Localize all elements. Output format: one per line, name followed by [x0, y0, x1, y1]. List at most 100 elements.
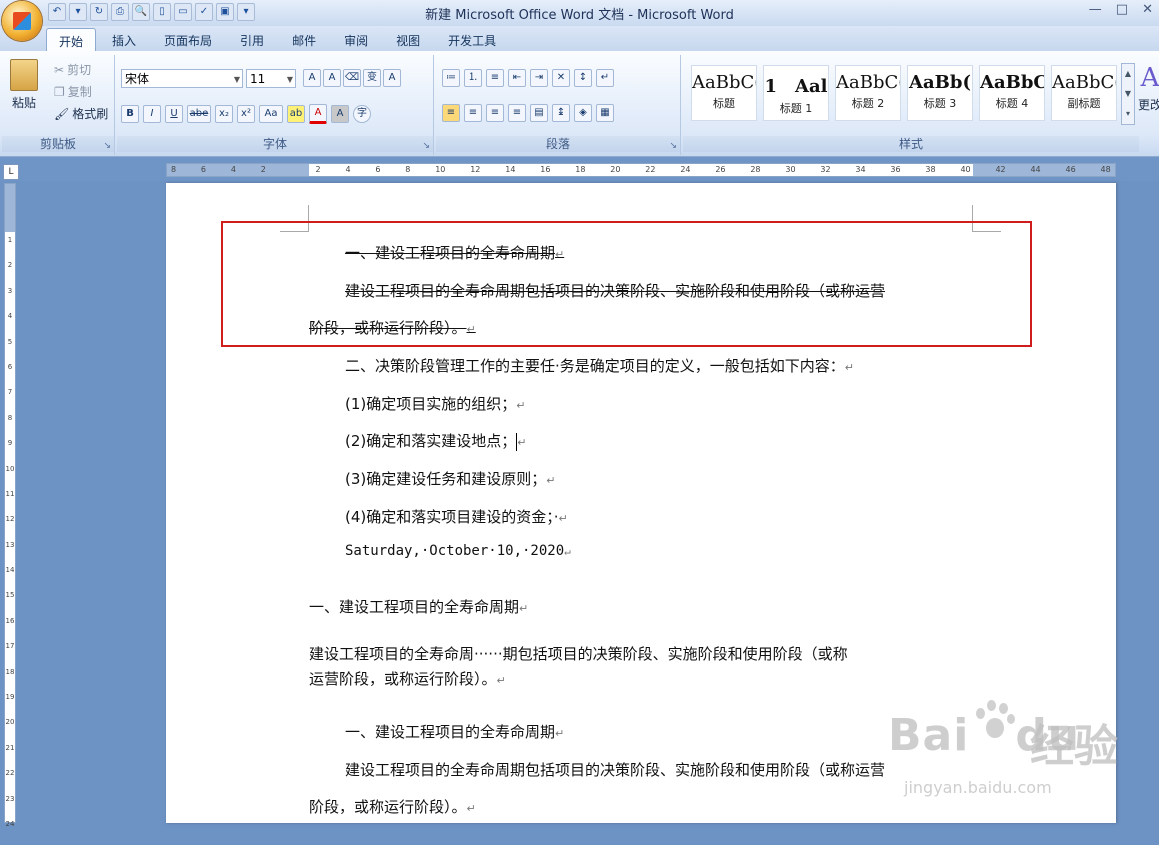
doc-line-14[interactable]: 阶段，或称运行阶段）。↵ — [309, 796, 476, 817]
ruler-number: 2 — [315, 165, 321, 174]
minimize-button[interactable]: — — [1089, 2, 1102, 17]
style-heading-4[interactable]: AaBbC(标题 4 — [979, 65, 1045, 121]
strikethrough-button[interactable]: abe — [187, 105, 211, 123]
tab-references[interactable]: 引用 — [228, 28, 276, 53]
change-styles-icon: A — [1140, 63, 1159, 93]
doc-line-7[interactable]: (3)确定建设任务和建设原则；↵ — [345, 468, 555, 489]
phonetic-guide-icon[interactable]: 变 — [363, 69, 381, 87]
ruler-number: 30 — [785, 165, 796, 174]
borders-icon[interactable]: ▦ — [596, 104, 614, 122]
close-button[interactable]: ✕ — [1142, 2, 1153, 17]
grow-font-icon[interactable]: A — [303, 69, 321, 87]
decrease-indent-icon[interactable]: ⇤ — [508, 69, 526, 87]
distributed-button[interactable]: ▤ — [530, 104, 548, 122]
vertical-ruler-number: 19 — [5, 693, 15, 702]
doc-line-12[interactable]: 一、建设工程项目的全寿命周期↵ — [345, 721, 564, 742]
font-name-combo[interactable]: 宋体 ▼ — [121, 69, 243, 88]
tab-mailings[interactable]: 邮件 — [280, 28, 328, 53]
shrink-font-icon[interactable]: A — [323, 69, 341, 87]
horizontal-ruler[interactable]: 8 6 4 2 2 4 6 8 10 12 14 16 18 20 22 24 26 28 30 32 34 36 38 40… — [166, 163, 1116, 177]
copy-button[interactable]: ❐ 复制 — [54, 83, 92, 100]
vertical-ruler-number: 10 — [5, 464, 15, 473]
underline-button[interactable]: U — [165, 105, 183, 123]
dialog-launcher-icon[interactable]: ↘ — [669, 141, 677, 151]
dialog-launcher-icon[interactable]: ↘ — [422, 141, 430, 151]
enclose-char-icon[interactable]: 字 — [353, 105, 371, 123]
ruler-number: 34 — [855, 165, 866, 174]
change-case-button[interactable]: Aa — [259, 105, 283, 123]
font-color-icon[interactable]: A — [309, 104, 327, 124]
tab-review[interactable]: 审阅 — [332, 28, 380, 53]
doc-line-5[interactable]: (1)确定项目实施的组织；↵ — [345, 393, 525, 414]
style-heading-1[interactable]: 1 Aal 标题 1 — [763, 65, 829, 121]
italic-button[interactable]: I — [143, 105, 161, 123]
clear-format-icon[interactable]: ⌫ — [343, 69, 361, 87]
align-left-button[interactable]: ≡ — [442, 104, 460, 122]
clipboard-group-label: 剪贴板 — [2, 136, 114, 152]
cut-button[interactable]: ✂ 剪切 — [54, 61, 91, 78]
styles-group: AaBbC(标题 1 Aal 标题 1 AaBbC(标题 2 AaBb(标题 3 … — [683, 55, 1159, 155]
sort-icon[interactable]: ↕ — [574, 69, 592, 87]
paste-label: 粘贴 — [11, 96, 36, 110]
shading-icon[interactable]: ◈ — [574, 104, 592, 122]
multilevel-list-icon[interactable]: ≡ — [486, 69, 504, 87]
doc-line-8[interactable]: (4)确定和落实项目建设的资金；·↵ — [345, 506, 568, 527]
superscript-button[interactable]: x² — [237, 105, 255, 123]
paragraph-group-label: 段落 — [436, 136, 680, 152]
style-title[interactable]: AaBbC(标题 — [691, 65, 757, 121]
char-border-icon[interactable]: A — [383, 69, 401, 87]
style-heading-2[interactable]: AaBbC(标题 2 — [835, 65, 901, 121]
paste-button[interactable]: 粘贴 — [10, 59, 38, 111]
styles-scroll[interactable]: ▲ ▼ ▾ — [1121, 63, 1135, 125]
increase-indent-icon[interactable]: ⇥ — [530, 69, 548, 87]
vertical-ruler[interactable]: 1 2 3 4 5 6 7 8 9 10 11 12 13 14 15 16 17 18 19 20 21 22 23 24 — [4, 183, 16, 828]
maximize-button[interactable]: □ — [1116, 2, 1128, 17]
doc-line-4[interactable]: 二、决策阶段管理工作的主要任·务是确定项目的定义，一般包括如下内容：↵ — [345, 355, 854, 376]
vertical-ruler-number: 21 — [5, 743, 15, 752]
numbering-icon[interactable]: ⒈ — [464, 69, 482, 87]
show-marks-icon[interactable]: ↵ — [596, 69, 614, 87]
vertical-ruler-number: 3 — [7, 286, 13, 295]
line-spacing-icon[interactable]: ↨ — [552, 104, 570, 122]
vertical-ruler-number: 17 — [5, 642, 15, 651]
format-painter-button[interactable]: 🖌 格式刷 — [54, 105, 108, 122]
tab-page-layout[interactable]: 页面布局 — [152, 28, 224, 53]
baidu-watermark: Bai du 经验 jingyan.baidu.com — [880, 700, 1140, 810]
align-center-button[interactable]: ≡ — [464, 104, 482, 122]
vertical-ruler-number: 14 — [5, 566, 15, 575]
doc-line-10[interactable]: 建设工程项目的全寿命周······期包括项目的决策阶段、实施阶段和使用阶段（或称 — [309, 643, 848, 664]
ruler-number: 6 — [375, 165, 381, 174]
subscript-button[interactable]: x₂ — [215, 105, 233, 123]
tab-home[interactable]: 开始 — [46, 28, 97, 53]
tab-insert[interactable]: 插入 — [100, 28, 148, 53]
highlight-icon[interactable]: ab — [287, 105, 305, 123]
paste-icon — [10, 59, 38, 91]
tab-developer[interactable]: 开发工具 — [436, 28, 508, 53]
doc-line-9[interactable]: 一、建设工程项目的全寿命周期↵ — [309, 596, 528, 617]
tab-view[interactable]: 视图 — [384, 28, 432, 53]
style-heading-3[interactable]: AaBb(标题 3 — [907, 65, 973, 121]
justify-button[interactable]: ≡ — [508, 104, 526, 122]
style-subtitle[interactable]: AaBbC(副标题 — [1051, 65, 1117, 121]
window-title: 新建 Microsoft Office Word 文档 - Microsoft … — [425, 8, 734, 23]
office-button[interactable] — [2, 1, 42, 41]
align-right-button[interactable]: ≡ — [486, 104, 504, 122]
tab-selector-button[interactable]: L — [3, 164, 19, 180]
doc-line-13[interactable]: 建设工程项目的全寿命周期包括项目的决策阶段、实施阶段和使用阶段（或称运营 — [345, 759, 885, 780]
ruler-number: 40 — [960, 165, 971, 174]
ruler-number: 38 — [925, 165, 936, 174]
chinese-layout-icon[interactable]: ✕ — [552, 69, 570, 87]
bullets-icon[interactable]: ≔ — [442, 69, 460, 87]
ruler-number: 8 — [405, 165, 411, 174]
ruler-number: 22 — [645, 165, 656, 174]
doc-line-date[interactable]: Saturday,·October·10,·2020↵ — [345, 543, 571, 559]
dialog-launcher-icon[interactable]: ↘ — [103, 141, 111, 151]
char-shading-icon[interactable]: A — [331, 105, 349, 123]
change-styles-button[interactable]: A 更改 — [1135, 63, 1159, 113]
doc-line-6[interactable]: (2)确定和落实建设地点；↵ — [345, 430, 526, 451]
doc-line-11[interactable]: 运营阶段，或称运行阶段）。↵ — [309, 668, 506, 689]
font-size-combo[interactable]: 11 ▼ — [246, 69, 296, 88]
vertical-ruler-number: 23 — [5, 794, 15, 803]
styles-group-label: 样式 — [683, 136, 1139, 152]
bold-button[interactable]: B — [121, 105, 139, 123]
